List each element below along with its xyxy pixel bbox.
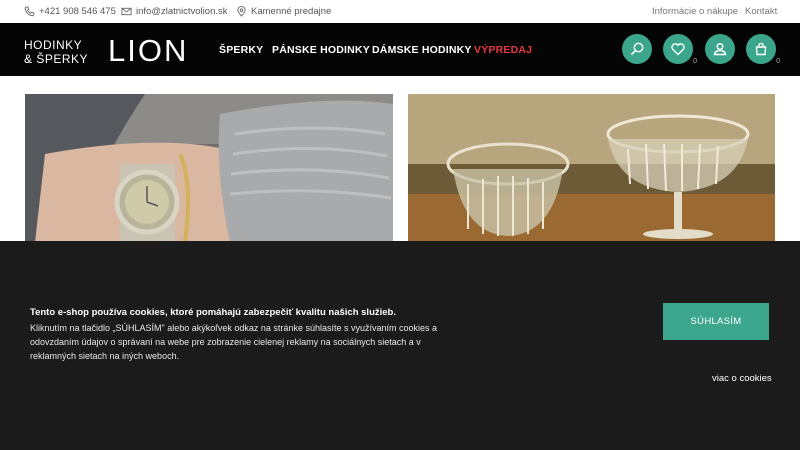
phone-icon [24,6,35,17]
cookie-title: Tento e-shop používa cookies, ktoré pomá… [30,307,396,318]
nav-item-womens-watches[interactable]: DÁMSKE HODINKY [372,44,472,56]
user-icon [713,43,727,56]
wishlist-count: 0 [693,58,697,65]
watch-photo-illustration [25,94,393,242]
hero-image-watch[interactable] [25,94,393,242]
logo-brand: LION [108,33,189,68]
logo-line-1: HODINKY [24,38,83,52]
map-pin-icon [237,6,246,17]
cookie-consent-banner: Tento e-shop používa cookies, ktoré pomá… [0,241,800,450]
cart-button[interactable]: 0 [746,34,780,65]
nav-item-mens-watches[interactable]: PÁNSKE HODINKY [272,44,370,56]
cookie-description: Kliknutím na tlačidlo „SÚHLASÍM" alebo a… [30,323,438,361]
more-about-cookies-link[interactable]: viac o cookies [712,373,772,384]
envelope-icon [121,7,132,16]
stores-link[interactable]: Kamenné predajne [236,6,331,17]
top-utility-bar: +421 908 546 475 info@zlatnictvolion.sk … [0,0,800,23]
email-address: info@zlatnictvolion.sk [136,6,228,17]
nav-item-jewelry[interactable]: ŠPERKY [219,44,263,56]
hero-image-glasses[interactable] [408,94,775,242]
nav-item-sale[interactable]: VÝPREDAJ [474,44,532,56]
accept-cookies-button[interactable]: SÚHLASÍM [663,303,769,340]
stores-label: Kamenné predajne [251,6,332,17]
search-icon [630,42,644,56]
cart-count: 0 [776,58,780,65]
wishlist-button[interactable]: 0 [663,34,697,65]
account-button[interactable] [705,34,735,64]
main-header: HODINKY & ŠPERKY LION ŠPERKY PÁNSKE HODI… [0,23,800,76]
email-link[interactable]: info@zlatnictvolion.sk [121,6,228,17]
contact-link[interactable]: Kontakt [745,6,777,17]
cart-icon [755,42,767,56]
phone-number: +421 908 546 475 [39,6,116,17]
purchase-info-link[interactable]: Informácie o nákupe [652,6,738,17]
heart-icon [671,43,685,56]
phone-link[interactable]: +421 908 546 475 [24,6,116,17]
search-button[interactable] [622,34,652,64]
glasses-photo-illustration [408,94,775,242]
logo-line-2: & ŠPERKY [24,52,89,66]
